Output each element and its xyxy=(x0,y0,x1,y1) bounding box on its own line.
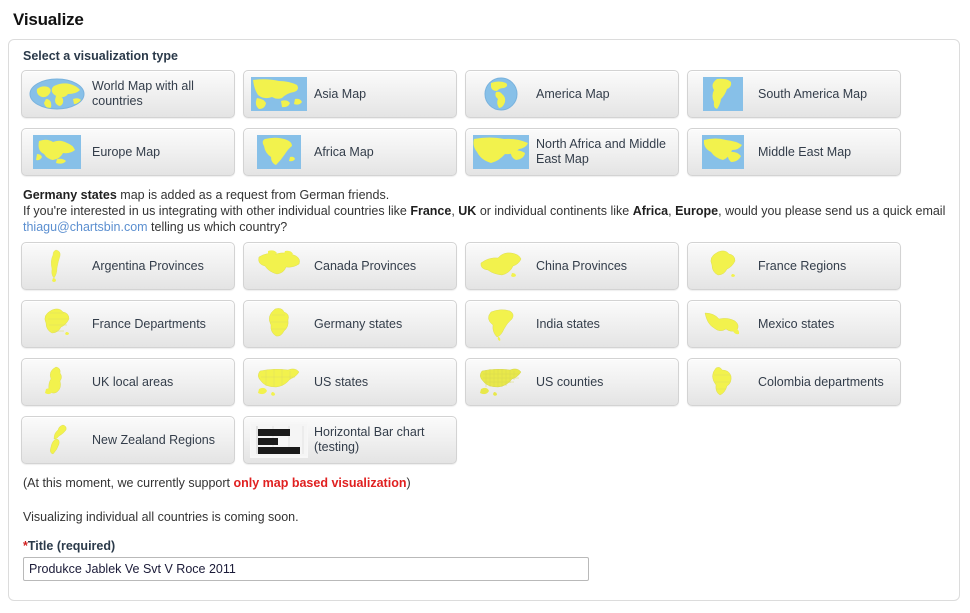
viz-button-america-map[interactable]: America Map xyxy=(465,70,679,118)
new-zealand-regions-thumb xyxy=(28,422,86,458)
north-africa-middle-east-map-thumb xyxy=(472,134,530,170)
viz-button-europe-map[interactable]: Europe Map xyxy=(21,128,235,176)
support-email-link[interactable]: thiagu@chartsbin.com xyxy=(23,220,148,234)
viz-button-new-zealand-regions[interactable]: New Zealand Regions xyxy=(21,416,235,464)
viz-button-label: China Provinces xyxy=(536,258,628,273)
viz-button-label: New Zealand Regions xyxy=(92,432,215,447)
viz-button-label: Horizontal Bar chart (testing) xyxy=(314,425,425,454)
viz-button-label: Asia Map xyxy=(314,86,367,101)
argentina-provinces-thumb xyxy=(28,248,86,284)
viz-button-label: Europe Map xyxy=(92,144,161,159)
viz-button-mexico-states[interactable]: Mexico states xyxy=(687,300,901,348)
viz-button-india-states[interactable]: India states xyxy=(465,300,679,348)
us-states-thumb xyxy=(250,364,308,400)
viz-button-label: France Regions xyxy=(758,258,847,273)
france-regions-thumb xyxy=(694,248,752,284)
viz-button-uk-local-areas[interactable]: UK local areas xyxy=(21,358,235,406)
colombia-departments-thumb xyxy=(694,364,752,400)
viz-button-us-states[interactable]: US states xyxy=(243,358,457,406)
america-map-thumb xyxy=(472,76,530,112)
viz-button-france-departments[interactable]: France Departments xyxy=(21,300,235,348)
viz-button-label: India states xyxy=(536,316,600,331)
asia-map-thumb xyxy=(250,76,308,112)
note-line-1: Germany states map is added as a request… xyxy=(23,188,390,202)
coming-soon-note: Visualizing individual all countries is … xyxy=(23,510,299,524)
europe-map-thumb xyxy=(28,134,86,170)
viz-button-middle-east-map[interactable]: Middle East Map xyxy=(687,128,901,176)
title-field-label: *Title (required) xyxy=(23,539,116,553)
visualization-panel: Select a visualization type World Map wi… xyxy=(8,39,960,601)
mexico-states-thumb xyxy=(694,306,752,342)
title-input[interactable] xyxy=(23,557,589,581)
viz-button-germany-states[interactable]: Germany states xyxy=(243,300,457,348)
horizontal-bar-chart-thumb xyxy=(250,422,308,458)
note-line-2: If you're interested in us integrating w… xyxy=(23,204,946,234)
support-highlight: only map based visualization xyxy=(233,476,407,490)
viz-button-label: Canada Provinces xyxy=(314,258,417,273)
viz-button-china-provinces[interactable]: China Provinces xyxy=(465,242,679,290)
viz-button-label: World Map with all countries xyxy=(92,79,194,108)
note-bold-germany: Germany states xyxy=(23,188,117,202)
world-map-thumb xyxy=(28,76,86,112)
viz-button-label: Mexico states xyxy=(758,316,835,331)
viz-button-france-regions[interactable]: France Regions xyxy=(687,242,901,290)
viz-button-label: Colombia departments xyxy=(758,374,884,389)
uk-local-areas-thumb xyxy=(28,364,86,400)
page-title: Visualize xyxy=(13,10,84,29)
africa-map-thumb xyxy=(250,134,308,170)
section-heading: Select a visualization type xyxy=(23,49,178,63)
viz-button-canada-provinces[interactable]: Canada Provinces xyxy=(243,242,457,290)
middle-east-map-thumb xyxy=(694,134,752,170)
viz-button-world-map[interactable]: World Map with all countries xyxy=(21,70,235,118)
viz-button-colombia-departments[interactable]: Colombia departments xyxy=(687,358,901,406)
south-america-map-thumb xyxy=(694,76,752,112)
support-note: (At this moment, we currently support on… xyxy=(23,476,411,490)
india-states-thumb xyxy=(472,306,530,342)
viz-button-label: Middle East Map xyxy=(758,144,852,159)
viz-button-label: North Africa and Middle East Map xyxy=(536,137,666,166)
us-counties-thumb xyxy=(472,364,530,400)
viz-button-argentina-provinces[interactable]: Argentina Provinces xyxy=(21,242,235,290)
germany-note: Germany states map is added as a request… xyxy=(23,187,951,235)
viz-button-north-africa-middle-east-map[interactable]: North Africa and Middle East Map xyxy=(465,128,679,176)
viz-button-label: US counties xyxy=(536,374,604,389)
viz-button-label: America Map xyxy=(536,86,610,101)
china-provinces-thumb xyxy=(472,248,530,284)
viz-button-label: UK local areas xyxy=(92,374,174,389)
germany-states-thumb xyxy=(250,306,308,342)
viz-button-label: US states xyxy=(314,374,369,389)
canada-provinces-thumb xyxy=(250,248,308,284)
viz-button-south-america-map[interactable]: South America Map xyxy=(687,70,901,118)
viz-button-label: Africa Map xyxy=(314,144,374,159)
viz-button-label: France Departments xyxy=(92,316,206,331)
viz-button-us-counties[interactable]: US counties xyxy=(465,358,679,406)
region-type-grid: Argentina Provinces Canada Provinces Chi… xyxy=(17,242,951,474)
viz-button-label: Argentina Provinces xyxy=(92,258,204,273)
map-type-grid: World Map with all countries Asia Map Am… xyxy=(17,70,951,186)
viz-button-horizontal-bar-chart[interactable]: Horizontal Bar chart (testing) xyxy=(243,416,457,464)
viz-button-asia-map[interactable]: Asia Map xyxy=(243,70,457,118)
viz-button-label: Germany states xyxy=(314,316,403,331)
viz-button-africa-map[interactable]: Africa Map xyxy=(243,128,457,176)
france-departments-thumb xyxy=(28,306,86,342)
viz-button-label: South America Map xyxy=(758,86,868,101)
